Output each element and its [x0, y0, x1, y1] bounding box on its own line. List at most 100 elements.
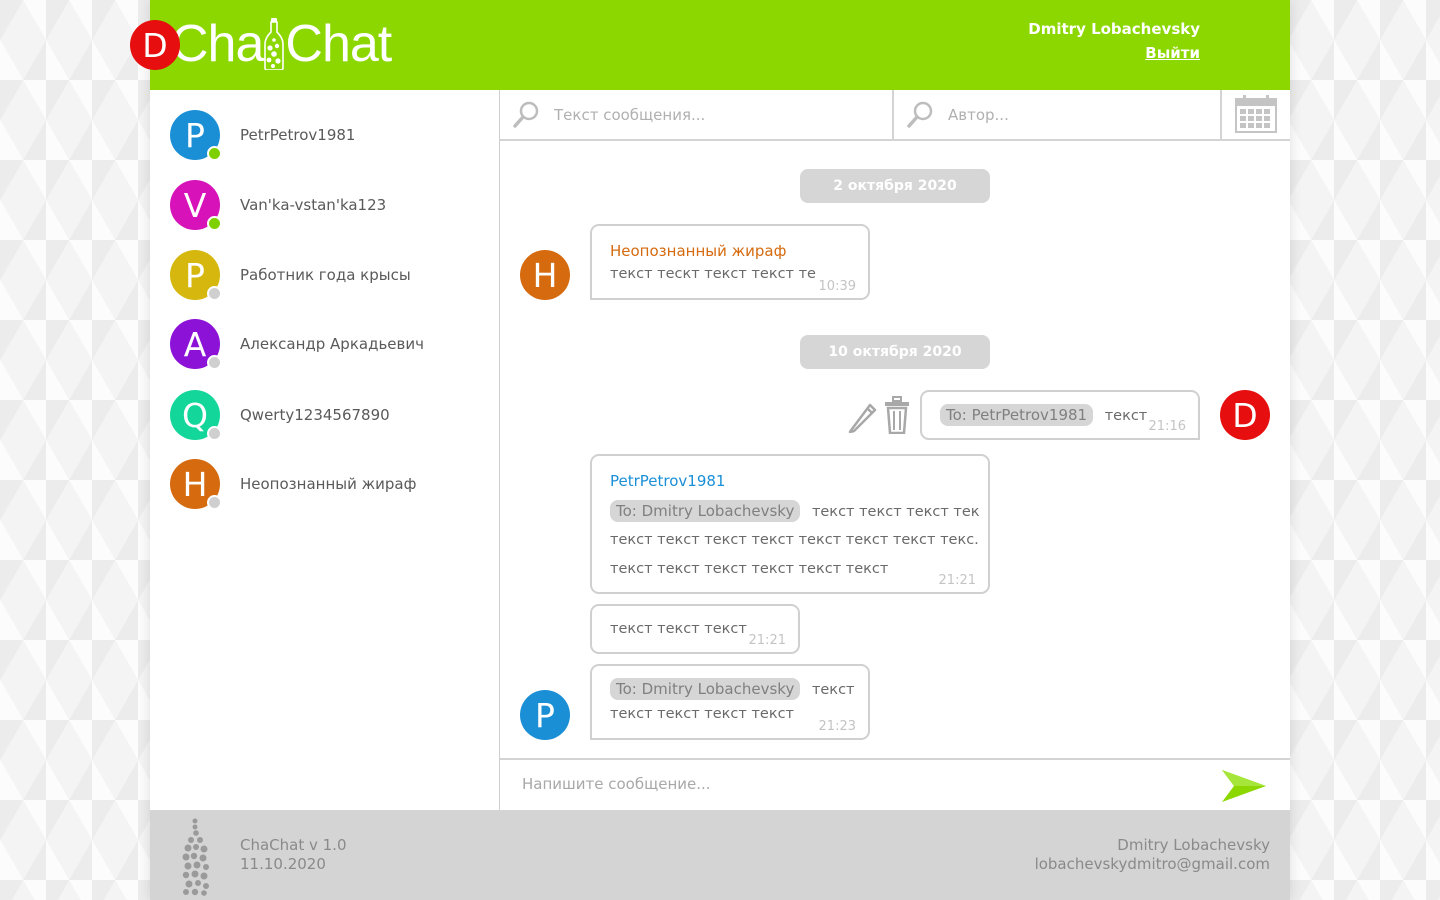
- contact-item[interactable]: H Неопознанный жираф: [170, 459, 490, 510]
- offline-status-dot: [207, 495, 222, 510]
- footer-author: Dmitry Lobachevsky: [1117, 836, 1270, 854]
- recipient-tag: To: Dmitry Lobachevsky: [610, 500, 801, 522]
- message-input[interactable]: [520, 774, 1204, 794]
- message-avatar[interactable]: D: [1220, 390, 1270, 440]
- search-icon: [907, 101, 933, 128]
- message-bubble[interactable]: Неопознанный жираф текст теcкт текст тек…: [590, 224, 870, 300]
- message-text: текст текст текст тек: [811, 504, 980, 520]
- current-user-avatar[interactable]: D: [130, 20, 180, 70]
- avatar: A: [170, 319, 222, 370]
- message-text: текст текст текст текст текст текст: [610, 561, 889, 577]
- message-content: To: PetrPetrov1981 текст: [940, 404, 1147, 426]
- footer: ChaChat v 1.0 11.10.2020 Dmitry Lobachev…: [150, 810, 1290, 900]
- avatar: P: [170, 110, 222, 161]
- date-separator: 2 октября 2020: [800, 169, 990, 203]
- message-bubble[interactable]: текст текст текст 21:21: [590, 604, 800, 654]
- contact-item[interactable]: P PetrPetrov1981: [170, 110, 490, 161]
- avatar: P: [170, 250, 222, 301]
- search-bar: [500, 90, 1290, 141]
- avatar-letter: H: [532, 255, 558, 295]
- contact-name: Qwerty1234567890: [240, 406, 390, 424]
- avatar-letter: H: [182, 464, 208, 504]
- bottle-logo-icon: [264, 18, 285, 70]
- contact-name: Работник года крысы: [240, 266, 411, 284]
- contact-name: Александр Аркадьевич: [240, 335, 424, 353]
- own-message-bubble[interactable]: To: PetrPetrov1981 текст 21:16: [920, 390, 1200, 440]
- contact-name: Неопознанный жираф: [240, 475, 417, 493]
- logo[interactable]: Cha Chat: [171, 14, 392, 74]
- message-list: 2 октября 2020 H Неопознанный жираф текс…: [500, 141, 1290, 758]
- message-time: 21:23: [818, 719, 856, 734]
- send-arrow-icon[interactable]: [1220, 768, 1268, 804]
- contact-item[interactable]: V Van'ka-vstan'ka123: [170, 180, 490, 231]
- avatar-letter: D: [1232, 395, 1258, 435]
- online-status-dot: [207, 216, 222, 231]
- search-icon: [513, 101, 539, 128]
- avatar-letter: A: [183, 324, 207, 364]
- message-time: 21:21: [938, 573, 976, 588]
- message-search-input[interactable]: [552, 104, 856, 125]
- avatar-letter: P: [185, 115, 205, 155]
- current-user-name: Dmitry Lobachevsky: [1028, 20, 1200, 38]
- message-text: текст: [811, 682, 855, 698]
- avatar: Q: [170, 390, 222, 441]
- trash-icon[interactable]: [884, 396, 910, 434]
- message-content: To: Dmitry Lobachevsky текст: [610, 678, 854, 700]
- avatar-letter: D: [142, 25, 168, 65]
- author-search: [906, 90, 1210, 139]
- contact-item[interactable]: P Работник года крысы: [170, 250, 490, 301]
- message-avatar[interactable]: P: [520, 690, 570, 740]
- logo-text-left: Cha: [171, 15, 264, 73]
- author-search-input[interactable]: [946, 104, 1210, 125]
- logout-link[interactable]: Выйти: [1145, 44, 1200, 62]
- message-text: текст: [1104, 408, 1148, 424]
- footer-author-info: Dmitry Lobachevsky lobachevskydmitro@gma…: [1035, 836, 1270, 874]
- offline-status-dot: [207, 426, 222, 441]
- contact-item[interactable]: A Александр Аркадьевич: [170, 319, 490, 370]
- avatar-letter: P: [185, 255, 205, 295]
- contacts-sidebar: P PetrPetrov1981 V Van'ka-vstan'ka123 P …: [150, 90, 500, 810]
- message-time: 21:21: [748, 633, 786, 648]
- logo-text-right: Chat: [285, 15, 392, 73]
- chat-app: Cha Chat Dmitry Lobachevsky Выйти D P Pe…: [130, 0, 1290, 900]
- message-content: To: Dmitry Lobachevsky текст текст текст…: [610, 500, 980, 522]
- divider: [1220, 90, 1222, 139]
- divider: [892, 90, 894, 139]
- message-bubble[interactable]: To: Dmitry Lobachevsky текст текст текст…: [590, 664, 870, 740]
- release-date: 11.10.2020: [240, 855, 326, 873]
- bottle-logo-icon: [182, 818, 209, 896]
- message-text: текст текст текст текст текст текст текс…: [610, 532, 979, 548]
- contact-item[interactable]: Q Qwerty1234567890: [170, 390, 490, 441]
- message-author: PetrPetrov1981: [610, 472, 726, 490]
- message-time: 10:39: [818, 279, 856, 294]
- avatar: H: [170, 459, 222, 510]
- calendar-icon[interactable]: [1234, 94, 1278, 134]
- avatar-letter: P: [535, 695, 555, 735]
- message-text: текст теcкт текст текст те: [610, 266, 816, 282]
- message-text: текст текст текст: [610, 621, 747, 637]
- online-status-dot: [207, 146, 222, 161]
- footer-email[interactable]: lobachevskydmitro@gmail.com: [1035, 855, 1270, 874]
- pencil-icon[interactable]: [846, 399, 878, 433]
- message-bubble[interactable]: PetrPetrov1981 To: Dmitry Lobachevsky те…: [590, 454, 990, 594]
- header: Cha Chat Dmitry Lobachevsky Выйти D: [130, 0, 1290, 90]
- message-avatar[interactable]: H: [520, 250, 570, 300]
- message-search: [512, 90, 856, 139]
- contact-name: PetrPetrov1981: [240, 126, 356, 144]
- message-composer: [500, 758, 1290, 812]
- message-text: текст текст текст текст: [610, 706, 795, 722]
- avatar-letter: V: [183, 185, 207, 225]
- date-separator: 10 октября 2020: [800, 335, 990, 369]
- avatar: V: [170, 180, 222, 231]
- message-time: 21:16: [1148, 419, 1186, 434]
- offline-status-dot: [207, 286, 222, 301]
- offline-status-dot: [207, 355, 222, 370]
- avatar-letter: Q: [182, 395, 208, 435]
- footer-app-info: ChaChat v 1.0 11.10.2020: [240, 836, 347, 874]
- contact-name: Van'ka-vstan'ka123: [240, 196, 387, 214]
- recipient-tag: To: Dmitry Lobachevsky: [610, 678, 801, 700]
- message-author: Неопознанный жираф: [610, 242, 787, 260]
- user-box: Dmitry Lobachevsky Выйти: [1028, 20, 1200, 62]
- app-version: ChaChat v 1.0: [240, 836, 347, 854]
- recipient-tag: To: PetrPetrov1981: [940, 404, 1094, 426]
